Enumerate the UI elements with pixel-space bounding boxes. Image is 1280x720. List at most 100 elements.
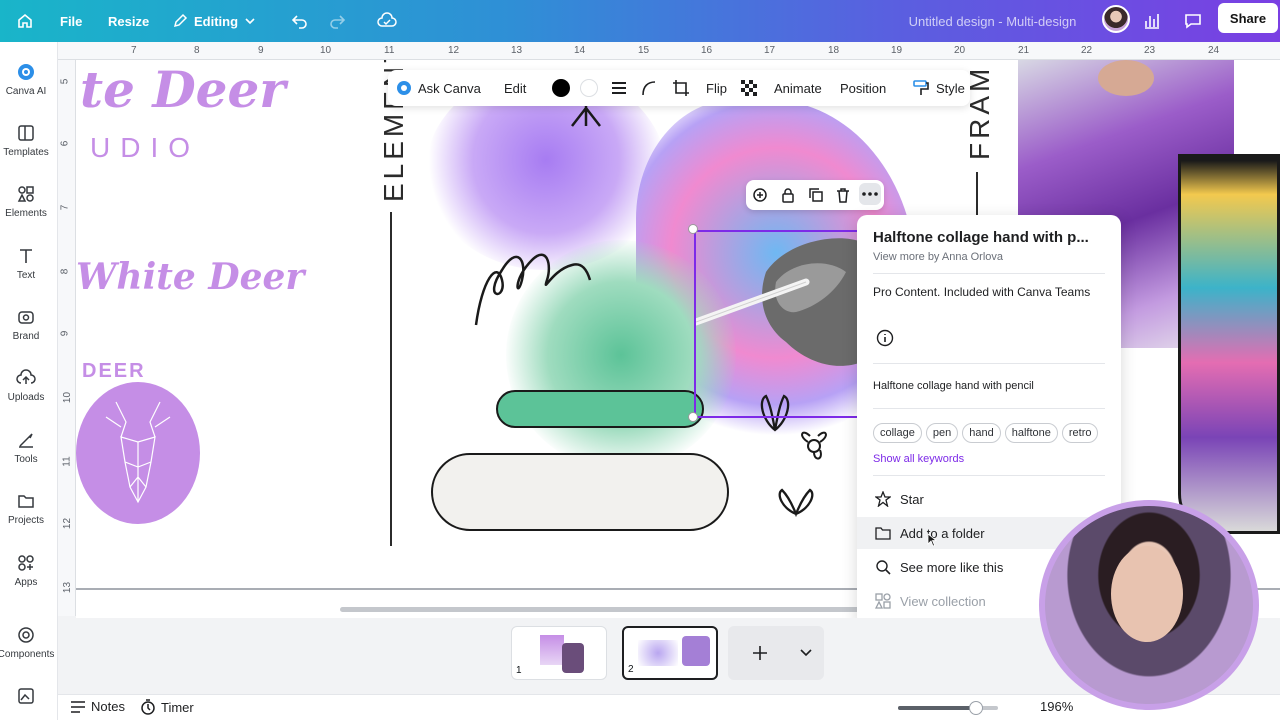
pencil-icon <box>173 13 188 28</box>
style-button[interactable]: Style <box>912 70 965 106</box>
presenter-webcam <box>1039 500 1259 710</box>
duplicate-icon[interactable] <box>808 187 824 203</box>
border-style-button[interactable] <box>610 70 628 106</box>
ask-canva-button[interactable]: Ask Canva <box>396 70 481 106</box>
zoom-level[interactable]: 196% <box>1040 699 1073 714</box>
avatar[interactable] <box>1102 5 1130 33</box>
divider-line <box>976 172 978 218</box>
file-menu[interactable]: File <box>60 0 82 42</box>
zoom-slider[interactable] <box>898 701 998 715</box>
sidebar-item-label: Apps <box>14 577 38 588</box>
bottom-bar: Notes Timer 196% <box>58 694 1280 720</box>
keyword-tag[interactable]: halftone <box>1004 423 1058 443</box>
sidebar-item-elements[interactable]: Elements <box>0 184 52 219</box>
leaf-doodle-icon[interactable] <box>772 478 820 518</box>
left-sidebar: Canva AI Templates Elements Text Brand U… <box>0 42 58 720</box>
components-icon <box>18 627 34 643</box>
comment-add-icon[interactable] <box>752 187 768 203</box>
sidebar-item-label: Brand <box>12 331 40 342</box>
keyword-tag[interactable]: pen <box>925 423 959 443</box>
sidebar-item-projects[interactable]: Projects <box>0 491 52 526</box>
projects-icon <box>18 495 34 508</box>
notes-label: Notes <box>91 699 125 714</box>
ruler-tick: 10 <box>62 391 74 404</box>
sidebar-item-label: Templates <box>3 147 49 158</box>
studio-text[interactable]: UDIO <box>90 132 200 164</box>
animate-label: Animate <box>774 80 822 96</box>
page-thumbnail-1[interactable]: 1 <box>511 626 607 680</box>
loop-doodle-icon[interactable] <box>472 240 596 330</box>
sidebar-item-canva-ai[interactable]: Canva AI <box>0 62 52 97</box>
resize-handle[interactable] <box>688 412 698 422</box>
sidebar-item-components[interactable]: Components <box>0 625 54 660</box>
ruler-tick: 9 <box>59 330 71 337</box>
add-page-button[interactable] <box>728 626 824 680</box>
corner-rounding-button[interactable] <box>640 70 658 106</box>
info-button[interactable] <box>876 329 894 350</box>
document-title[interactable]: Untitled design - Multi-design <box>880 0 1105 42</box>
home-button[interactable] <box>16 0 34 42</box>
zoom-slider-handle[interactable] <box>969 701 983 715</box>
flower-doodle-icon[interactable] <box>794 426 834 466</box>
crop-button[interactable] <box>672 70 690 106</box>
creator-link[interactable]: View more by Anna Orlova <box>873 251 1003 263</box>
edit-button[interactable]: Edit <box>504 70 526 106</box>
selected-hand-image[interactable] <box>692 230 864 418</box>
sidebar-item-text[interactable]: Text <box>0 246 52 281</box>
keyword-tag[interactable]: collage <box>873 423 922 443</box>
cream-pill-shape[interactable] <box>431 453 729 531</box>
menu-item-label: Star <box>900 492 924 507</box>
mouse-cursor-icon <box>927 533 937 547</box>
sidebar-item-uploads[interactable]: Uploads <box>0 368 52 403</box>
resize-button[interactable]: Resize <box>108 0 149 42</box>
redo-button[interactable] <box>328 0 346 42</box>
animate-button[interactable]: Animate <box>774 70 822 106</box>
home-icon <box>18 13 32 28</box>
chevron-down-icon <box>800 649 812 657</box>
deer-text[interactable]: DEER <box>82 360 146 383</box>
menu-item-star[interactable]: Star <box>857 483 1121 515</box>
plus-icon <box>753 646 767 660</box>
white-deer-text[interactable]: White Deer <box>76 256 304 298</box>
sidebar-item-tools[interactable]: Tools <box>0 430 52 465</box>
flip-button[interactable]: Flip <box>706 70 727 106</box>
sidebar-item-more[interactable] <box>0 686 52 706</box>
sidebar-item-templates[interactable]: Templates <box>0 123 52 158</box>
lock-icon[interactable] <box>780 187 796 203</box>
show-all-keywords-link[interactable]: Show all keywords <box>873 453 964 465</box>
transparency-button[interactable] <box>740 70 758 106</box>
share-button[interactable]: Share <box>1218 3 1278 33</box>
keyword-tag[interactable]: retro <box>1061 423 1099 443</box>
menu-item-label: Add to a folder <box>900 526 985 541</box>
search-icon <box>876 560 891 575</box>
page-thumbnail-2[interactable]: 2 <box>622 626 718 680</box>
undo-button[interactable] <box>291 0 309 42</box>
color-swatch-white[interactable] <box>580 70 598 106</box>
more-options-button[interactable] <box>859 183 881 205</box>
sidebar-item-label: Uploads <box>7 392 45 403</box>
timer-label: Timer <box>161 699 194 715</box>
ruler-tick: 19 <box>891 45 903 56</box>
color-swatch-black[interactable] <box>552 70 570 106</box>
editing-mode-button[interactable]: Editing <box>172 0 256 42</box>
page-number: 2 <box>628 664 634 675</box>
horizontal-scrollbar[interactable] <box>340 607 860 612</box>
notes-button[interactable]: Notes <box>70 699 125 714</box>
sidebar-item-apps[interactable]: Apps <box>0 553 52 588</box>
brand-script-title[interactable]: te Deer <box>80 60 286 119</box>
page-number: 1 <box>516 665 522 676</box>
position-button[interactable]: Position <box>840 70 886 106</box>
deer-logo-circle[interactable] <box>76 382 200 524</box>
trash-icon[interactable] <box>835 187 851 203</box>
keyword-tag[interactable]: hand <box>962 423 1001 443</box>
green-pill-shape[interactable] <box>496 390 704 428</box>
timer-button[interactable]: Timer <box>140 699 194 715</box>
fashion-photo-frame[interactable] <box>1178 154 1280 534</box>
cloud-save-button[interactable] <box>377 0 397 42</box>
sidebar-item-brand[interactable]: Brand <box>0 307 52 342</box>
sidebar-item-label: Tools <box>14 454 38 465</box>
divider <box>873 273 1105 274</box>
insights-button[interactable] <box>1143 0 1161 42</box>
comments-button[interactable] <box>1183 0 1203 42</box>
resize-handle[interactable] <box>688 224 698 234</box>
